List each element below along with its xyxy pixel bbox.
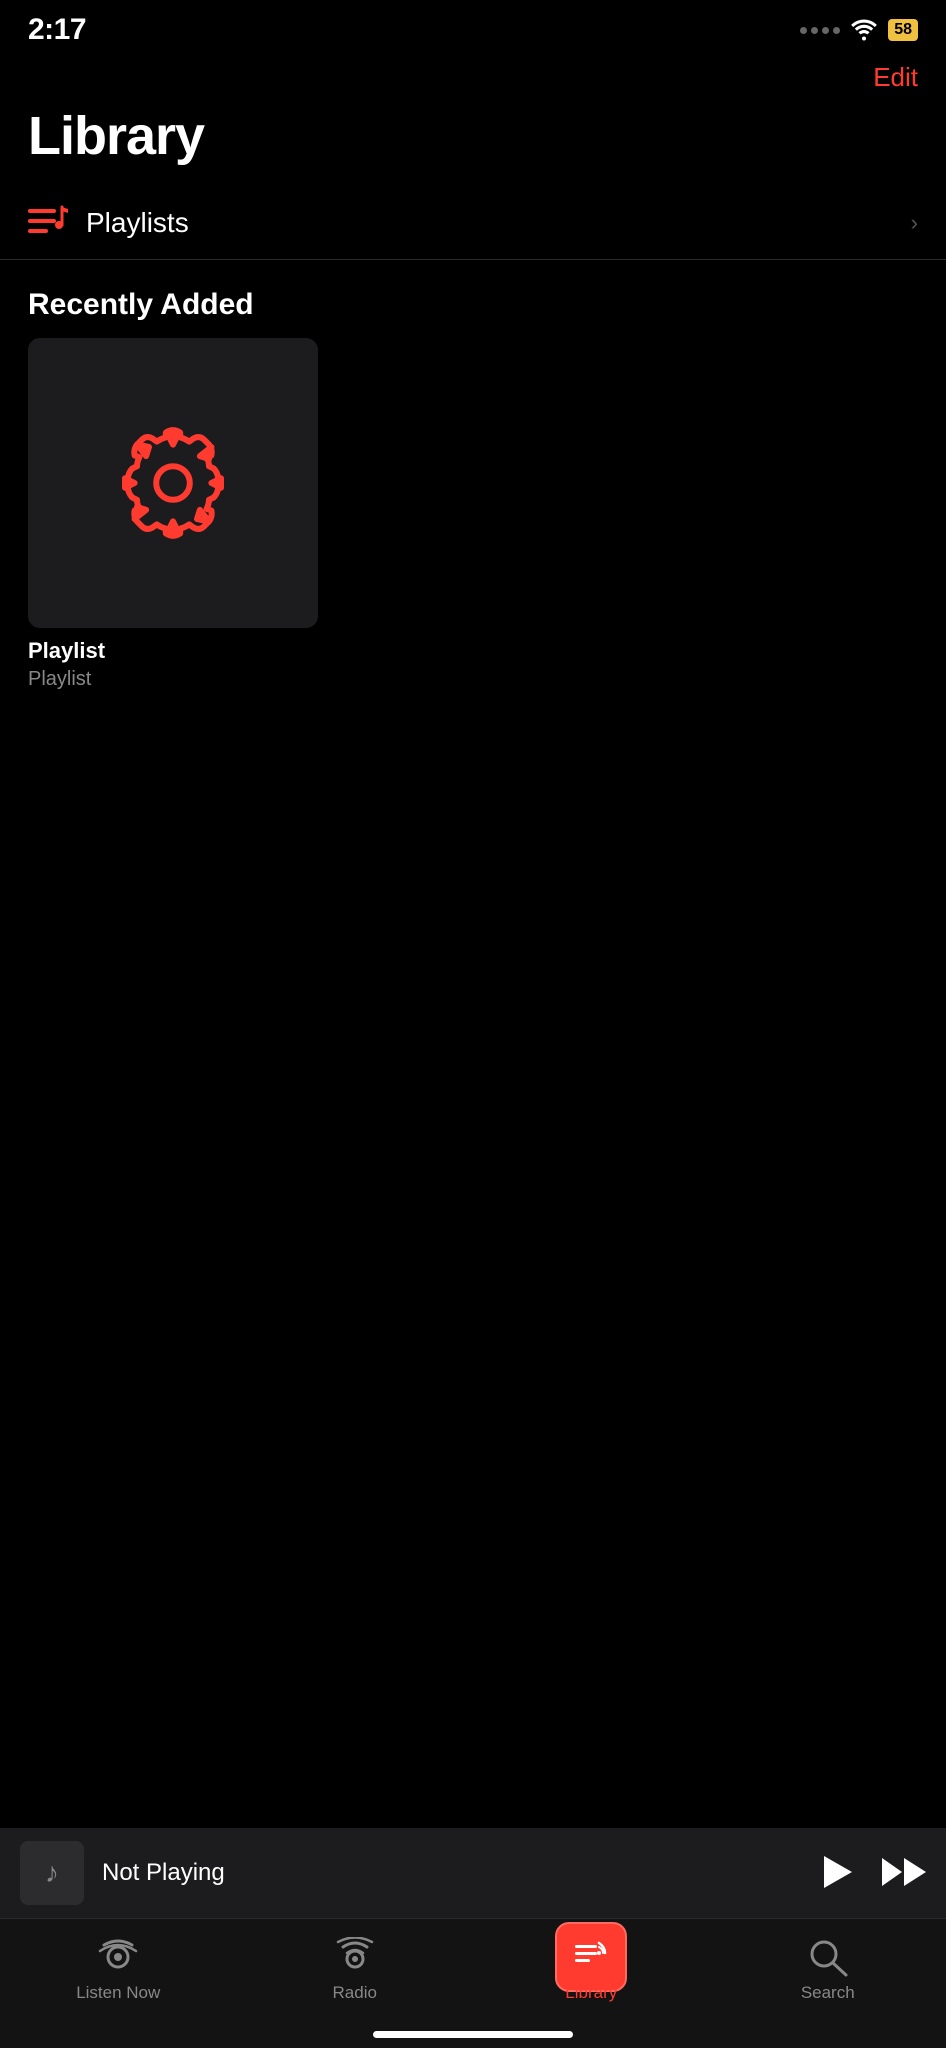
status-time: 2:17 <box>28 13 86 47</box>
listen-now-icon <box>95 1937 141 1977</box>
playlist-icon <box>28 205 68 241</box>
playlists-row[interactable]: Playlists › <box>0 187 946 260</box>
music-note-icon: ♪ <box>45 1857 59 1889</box>
gear-icon <box>113 423 233 543</box>
album-art <box>28 338 318 628</box>
page-title: Library <box>0 97 946 187</box>
recently-added-header: Recently Added <box>0 260 946 338</box>
battery-indicator: 58 <box>888 19 918 41</box>
play-button[interactable] <box>822 1854 854 1893</box>
fast-forward-button[interactable] <box>882 1856 926 1891</box>
library-icon <box>568 1937 614 1977</box>
tab-search-label: Search <box>801 1983 855 2003</box>
edit-button[interactable]: Edit <box>873 62 918 93</box>
album-card[interactable]: Playlist Playlist <box>28 338 318 691</box>
recently-added-grid: Playlist Playlist <box>0 338 946 691</box>
status-icons: 58 <box>800 19 918 41</box>
page-header: Edit <box>0 54 946 97</box>
now-playing-title: Not Playing <box>102 1859 822 1887</box>
battery-level: 58 <box>894 21 912 39</box>
tab-bar: Listen Now Radio <box>0 1918 946 2048</box>
tab-listen-now-label: Listen Now <box>76 1983 160 2003</box>
chevron-right-icon: › <box>911 210 918 236</box>
tab-library-label: Library <box>565 1983 617 2003</box>
now-playing-controls <box>822 1854 926 1893</box>
status-bar: 2:17 58 <box>0 0 946 54</box>
tab-search[interactable]: Search <box>710 1933 946 2007</box>
home-indicator <box>373 2031 573 2038</box>
signal-icon <box>800 27 840 34</box>
tab-library[interactable]: Library <box>473 1933 710 2007</box>
playlists-label: Playlists <box>86 207 911 239</box>
wifi-icon <box>850 19 878 41</box>
search-icon <box>805 1937 851 1977</box>
tab-radio-label: Radio <box>333 1983 377 2003</box>
album-title: Playlist <box>28 638 318 664</box>
album-subtitle: Playlist <box>28 668 318 691</box>
radio-icon <box>332 1937 378 1977</box>
tab-radio[interactable]: Radio <box>237 1933 474 2007</box>
now-playing-bar[interactable]: ♪ Not Playing <box>0 1828 946 1918</box>
tab-listen-now[interactable]: Listen Now <box>0 1933 237 2007</box>
now-playing-thumbnail: ♪ <box>20 1841 84 1905</box>
